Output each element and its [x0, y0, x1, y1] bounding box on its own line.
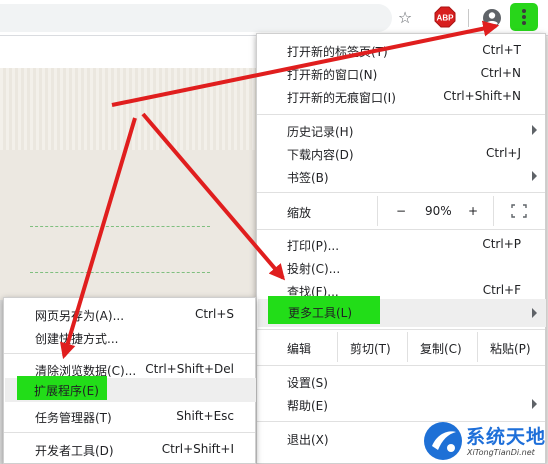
menu-item-label: 任务管理器(T) [35, 411, 112, 425]
menu-item-shortcut: Ctrl+N [480, 66, 521, 80]
menu-item-help[interactable]: 帮助(E) [257, 393, 545, 416]
menu-item-shortcut: Shift+Esc [176, 409, 234, 423]
page-striped-band [0, 68, 260, 150]
page-content-band [0, 150, 260, 300]
menu-item-shortcut: Ctrl+T [482, 43, 521, 57]
menu-item-shortcut: Ctrl+P [482, 237, 521, 251]
menu-item-new-window[interactable]: 打开新的窗口(N) Ctrl+N [257, 62, 545, 85]
fullscreen-icon [511, 204, 527, 218]
dashed-line [30, 272, 210, 273]
menu-item-incognito[interactable]: 打开新的无痕窗口(I) Ctrl+Shift+N [257, 85, 545, 108]
menu-item-shortcut: Ctrl+F [482, 283, 521, 297]
chrome-main-menu: 打开新的标签页(T) Ctrl+T 打开新的窗口(N) Ctrl+N 打开新的无… [256, 33, 546, 464]
menu-item-label: 打印(P)... [287, 239, 340, 253]
zoom-row: 缩放 − 90% + [257, 196, 545, 226]
menu-item-downloads[interactable]: 下载内容(D) Ctrl+J [257, 142, 545, 165]
menu-item-shortcut: Ctrl+J [486, 146, 521, 160]
menu-item-label: 帮助(E) [287, 399, 328, 413]
extensions-label: 扩展程序(E) [34, 384, 99, 398]
edit-label: 编辑 [287, 342, 312, 356]
menu-item-label: 打开新的窗口(N) [287, 68, 378, 82]
watermark-subtitle: XiTongTianDi.net [467, 448, 535, 457]
chevron-right-icon [532, 125, 537, 135]
edit-row: 编辑 剪切(T) 复制(C) 粘贴(P) [257, 332, 545, 362]
menu-divider [257, 114, 545, 115]
menu-item-label: 设置(S) [287, 376, 328, 390]
menu-item-label: 历史记录(H) [287, 125, 354, 139]
menu-divider [257, 365, 545, 366]
menu-divider [4, 432, 255, 433]
address-bar[interactable] [0, 4, 392, 32]
star-icon[interactable]: ☆ [396, 8, 414, 28]
menu-item-label: 创建快捷方式... [35, 332, 119, 346]
menu-item-cast[interactable]: 投射(C)... [257, 256, 545, 279]
menu-item-label: 退出(X) [287, 433, 329, 447]
menu-divider [257, 329, 545, 330]
menu-item-new-tab[interactable]: 打开新的标签页(T) Ctrl+T [257, 39, 545, 62]
watermark-title: 系统天地 [466, 426, 547, 448]
copy-button[interactable]: 复制(C) [407, 332, 477, 362]
chevron-right-icon [532, 171, 537, 181]
site-watermark: 系统天地 XiTongTianDi.net [420, 418, 548, 464]
chevron-right-icon [532, 308, 537, 318]
menu-item-label: 打开新的无痕窗口(I) [287, 91, 396, 105]
menu-item-settings[interactable]: 设置(S) [257, 370, 545, 393]
chevron-right-icon [532, 399, 537, 409]
submenu-item-create-shortcut[interactable]: 创建快捷方式... [4, 326, 255, 349]
profile-icon[interactable] [482, 8, 502, 28]
zoom-out-button[interactable]: − [377, 196, 425, 226]
submenu-item-save-page[interactable]: 网页另存为(A)... Ctrl+S [4, 303, 255, 326]
menu-item-history[interactable]: 历史记录(H) [257, 119, 545, 142]
menu-item-print[interactable]: 打印(P)... Ctrl+P [257, 233, 545, 256]
zoom-label: 缩放 [287, 206, 312, 220]
menu-divider [4, 353, 255, 354]
dashed-line [30, 226, 210, 227]
menu-item-shortcut: Ctrl+Shift+N [443, 89, 521, 103]
toolbar-separator [468, 9, 469, 27]
menu-item-label: 开发者工具(D) [35, 444, 114, 458]
menu-item-bookmarks[interactable]: 书签(B) [257, 165, 545, 188]
menu-divider [257, 229, 545, 230]
menu-item-label: 投射(C)... [287, 262, 341, 276]
browser-toolbar: ☆ ABP [0, 0, 548, 36]
submenu-item-task-manager[interactable]: 任务管理器(T) Shift+Esc [4, 405, 255, 428]
menu-item-label: 打开新的标签页(T) [287, 45, 388, 59]
menu-item-label: 书签(B) [287, 171, 329, 185]
abp-label: ABP [437, 14, 455, 23]
menu-item-shortcut: Ctrl+S [194, 307, 234, 321]
chrome-menu-icon[interactable] [510, 3, 538, 31]
menu-item-label: 网页另存为(A)... [35, 309, 125, 323]
watermark-logo-icon [424, 422, 462, 460]
menu-item-label: 下载内容(D) [287, 148, 354, 162]
paste-button[interactable]: 粘贴(P) [477, 332, 547, 362]
menu-item-shortcut: Ctrl+Shift+Del [145, 362, 234, 376]
submenu-item-devtools[interactable]: 开发者工具(D) Ctrl+Shift+I [4, 438, 255, 461]
adblock-plus-icon[interactable]: ABP [434, 6, 456, 28]
page-header-band [0, 36, 260, 68]
cut-button[interactable]: 剪切(T) [337, 332, 407, 362]
more-tools-label: 更多工具(L) [288, 306, 353, 320]
menu-item-shortcut: Ctrl+Shift+I [161, 442, 234, 456]
zoom-value: 90% [425, 204, 452, 218]
menu-divider [257, 192, 545, 193]
